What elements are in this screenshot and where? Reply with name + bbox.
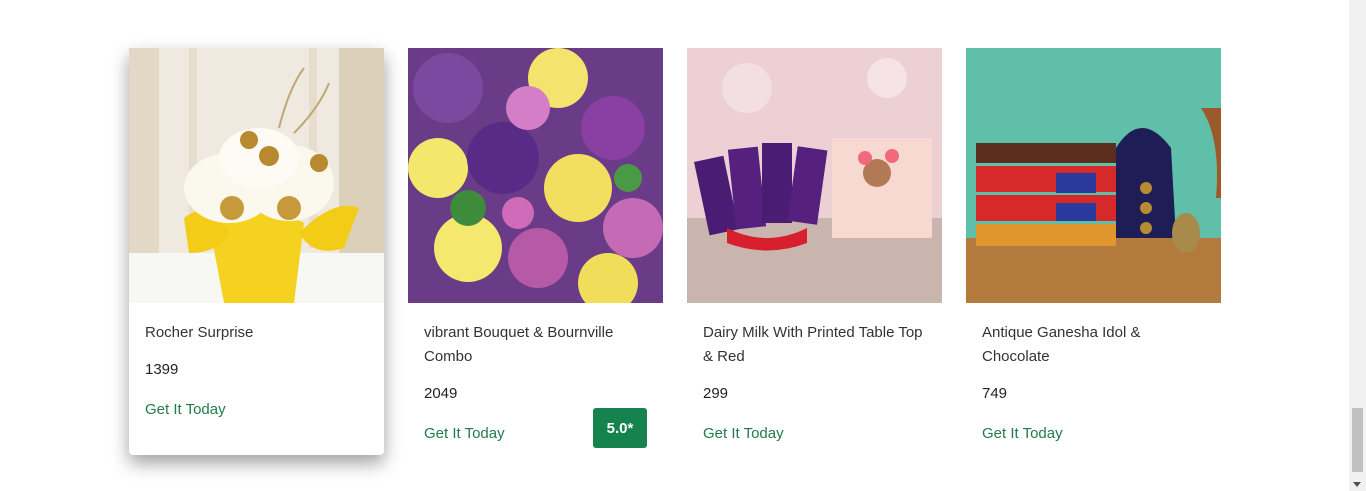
- rating-badge: 5.0*: [593, 408, 647, 448]
- get-it-today-link[interactable]: Get It Today: [424, 425, 505, 443]
- product-card-vibrant-bouquet[interactable]: vibrant Bouquet & Bournville Combo 2049 …: [408, 48, 663, 455]
- product-title[interactable]: vibrant Bouquet & Bournville Combo: [424, 321, 647, 369]
- product-card-rocher-surprise[interactable]: Rocher Surprise 1399 Get It Today: [129, 48, 384, 455]
- scrollbar-thumb[interactable]: [1352, 408, 1363, 472]
- product-price: 749: [982, 385, 1008, 402]
- flower-bouquet-image: [408, 48, 663, 303]
- product-price: 1399: [145, 361, 179, 378]
- rocher-bouquet-image: [129, 48, 384, 303]
- product-title[interactable]: Rocher Surprise: [145, 321, 368, 345]
- ganesha-chocolate-image: [966, 48, 1221, 303]
- get-it-today-link[interactable]: Get It Today: [703, 425, 784, 443]
- product-price: 2049: [424, 385, 458, 402]
- product-title[interactable]: Antique Ganesha Idol & Chocolate: [982, 321, 1205, 369]
- product-image-ganesha-idol[interactable]: [966, 48, 1221, 303]
- get-it-today-link[interactable]: Get It Today: [145, 401, 226, 419]
- product-image-dairy-milk[interactable]: [687, 48, 942, 303]
- product-title[interactable]: Dairy Milk With Printed Table Top & Red: [703, 321, 926, 369]
- product-grid: Rocher Surprise 1399 Get It Today vibran…: [0, 0, 1366, 491]
- chocolate-card-image: [687, 48, 942, 303]
- get-it-today-link[interactable]: Get It Today: [982, 425, 1063, 443]
- vertical-scrollbar[interactable]: [1349, 0, 1366, 491]
- product-price: 299: [703, 385, 729, 402]
- scroll-down-arrow-icon[interactable]: [1353, 482, 1361, 487]
- product-card-ganesha-idol[interactable]: Antique Ganesha Idol & Chocolate 749 Get…: [966, 48, 1221, 455]
- product-image-rocher-surprise[interactable]: [129, 48, 384, 303]
- product-image-vibrant-bouquet[interactable]: [408, 48, 663, 303]
- product-card-dairy-milk[interactable]: Dairy Milk With Printed Table Top & Red …: [687, 48, 942, 455]
